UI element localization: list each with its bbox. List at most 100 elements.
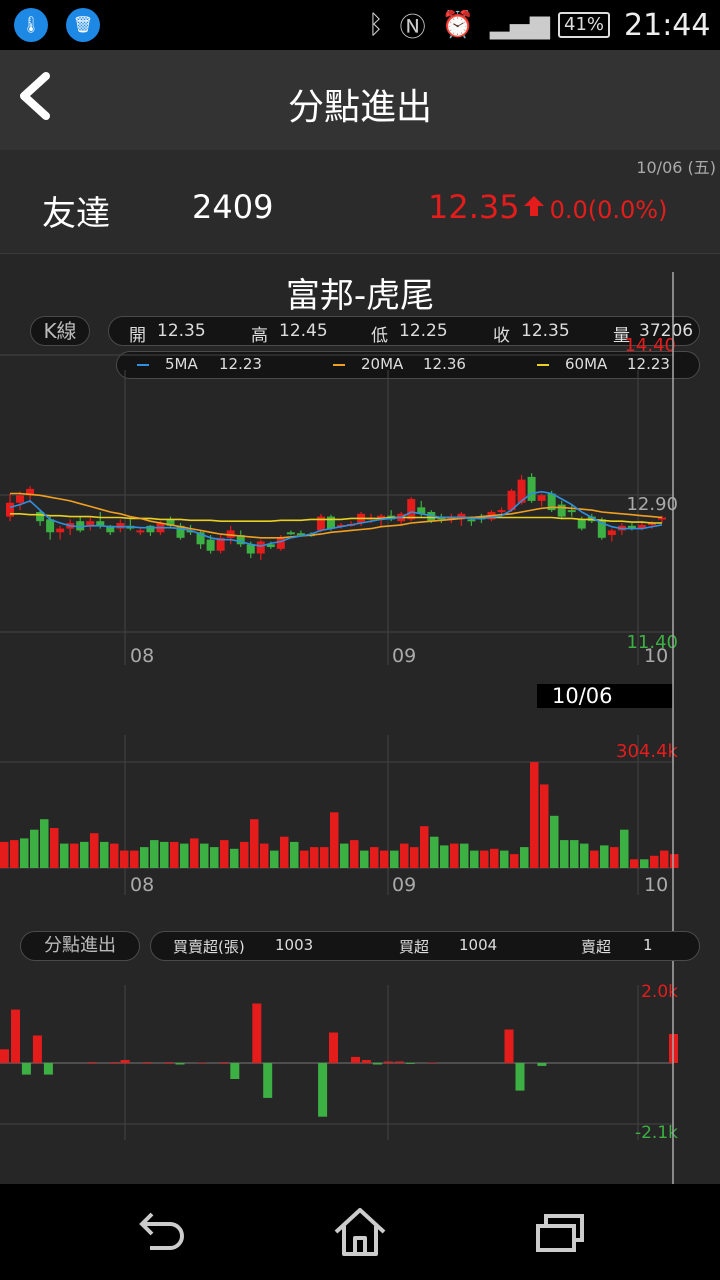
candle-body bbox=[597, 519, 606, 538]
fendian-bar bbox=[318, 1063, 328, 1117]
candle-body bbox=[527, 476, 536, 501]
volume-bar bbox=[590, 850, 599, 868]
candle-body bbox=[126, 525, 135, 529]
fendian-bar bbox=[197, 1062, 207, 1063]
fendian-info-bar: 買賣超(張) 1003 買超 1004 賣超 1 bbox=[150, 931, 700, 961]
volume-bar bbox=[670, 854, 679, 868]
fendian-bar bbox=[504, 1029, 514, 1064]
ma5-name: 5MA bbox=[165, 355, 198, 373]
volume-bar bbox=[640, 859, 649, 868]
low-label: 低 bbox=[371, 326, 388, 346]
candle-body bbox=[367, 517, 376, 520]
candle-body bbox=[557, 504, 566, 517]
fendian-label: 分點進出 bbox=[44, 935, 116, 956]
volume-bar bbox=[100, 841, 109, 868]
sell-value: 1 bbox=[643, 936, 653, 954]
ma5-legend bbox=[137, 355, 149, 375]
volume-x-label-09: 09 bbox=[392, 874, 416, 896]
candle-body bbox=[637, 524, 646, 529]
price-change: 0.0(0.0%) bbox=[549, 196, 668, 224]
fendian-chart bbox=[0, 1003, 678, 1117]
nav-home-button[interactable] bbox=[330, 1202, 390, 1262]
home-icon bbox=[334, 1208, 386, 1256]
candle-body bbox=[587, 516, 596, 522]
status-bar: 🌡 🗑 ᛒ Ⓝ ⏰ ▂▄▆ 41% 21:44 bbox=[0, 0, 720, 50]
volume-bar bbox=[580, 843, 589, 868]
volume-bar bbox=[330, 812, 339, 868]
candle-body bbox=[326, 516, 335, 529]
candle-body bbox=[266, 544, 275, 548]
fendian-bar bbox=[21, 1063, 31, 1075]
net-value: 1003 bbox=[275, 936, 314, 954]
volume-bar bbox=[260, 843, 269, 868]
volume-bar bbox=[600, 845, 609, 868]
volume-bar bbox=[40, 819, 49, 868]
nav-back-button[interactable] bbox=[130, 1202, 190, 1262]
nav-recents-button[interactable] bbox=[530, 1202, 590, 1262]
volume-bar bbox=[450, 843, 459, 868]
candle-body bbox=[547, 493, 556, 511]
broker-name: 富邦-虎尾 bbox=[285, 276, 435, 316]
volume-bar bbox=[30, 829, 39, 868]
candle-body bbox=[16, 495, 25, 503]
volume-bar bbox=[560, 840, 569, 868]
volume-x-label-10: 10 bbox=[644, 874, 668, 896]
open-value: 12.35 bbox=[157, 321, 206, 341]
recents-icon bbox=[536, 1214, 584, 1252]
low-value: 12.25 bbox=[399, 321, 448, 341]
volume-x-label-08: 08 bbox=[130, 874, 154, 896]
volume-bar bbox=[500, 850, 509, 868]
fendian-bar bbox=[142, 1062, 152, 1063]
volume-bar bbox=[20, 838, 29, 868]
volume-max-label: 304.4k bbox=[616, 741, 679, 762]
kline-toggle-button[interactable]: K線 bbox=[30, 316, 90, 346]
candle-body bbox=[487, 511, 496, 520]
candle-body bbox=[216, 537, 225, 551]
volume-bar bbox=[540, 784, 549, 868]
candle-body bbox=[337, 524, 346, 527]
kline-x-label-08: 08 bbox=[130, 645, 154, 667]
volume-bar bbox=[130, 850, 139, 868]
candle-body bbox=[206, 539, 215, 551]
volume-bar bbox=[390, 850, 399, 868]
ma5-line bbox=[9, 490, 663, 547]
ma60-name: 60MA bbox=[565, 355, 608, 373]
candle-body bbox=[186, 530, 195, 533]
fendian-bar bbox=[372, 1063, 382, 1065]
volume-bar bbox=[270, 850, 279, 868]
fendian-bar bbox=[175, 1063, 185, 1065]
bluetooth-icon: ᛒ bbox=[368, 10, 384, 40]
candle-body bbox=[166, 519, 175, 526]
fendian-bar bbox=[230, 1063, 240, 1079]
fendian-bar bbox=[120, 1060, 130, 1064]
back-arrow-icon bbox=[139, 1212, 184, 1250]
ma5-value: 12.23 bbox=[219, 355, 262, 373]
vol-label: 量 bbox=[613, 326, 630, 346]
fendian-toggle-button[interactable]: 分點進出 bbox=[20, 931, 140, 961]
candle-body bbox=[447, 516, 456, 520]
volume-bar bbox=[620, 829, 629, 868]
candle-body bbox=[26, 488, 35, 496]
candle-body bbox=[387, 515, 396, 520]
candle-body bbox=[56, 528, 65, 533]
volume-bar bbox=[210, 847, 219, 868]
volume-bar bbox=[290, 841, 299, 868]
kline-label: K線 bbox=[43, 319, 77, 343]
fendian-bar bbox=[263, 1063, 273, 1098]
volume-bar bbox=[350, 840, 359, 868]
candle-body bbox=[627, 525, 636, 529]
candle-body bbox=[347, 523, 356, 526]
candle-body bbox=[176, 525, 185, 538]
candle-body bbox=[246, 544, 255, 554]
volume-bar bbox=[190, 838, 199, 868]
candle-body bbox=[226, 530, 235, 538]
candle-body bbox=[76, 521, 85, 531]
candle-body bbox=[276, 537, 285, 549]
clock: 21:44 bbox=[624, 7, 711, 43]
arrow-up-icon bbox=[523, 196, 544, 216]
candle-body bbox=[46, 519, 55, 533]
close-label: 收 bbox=[493, 326, 510, 346]
candle-body bbox=[517, 479, 526, 503]
candle-body bbox=[617, 525, 626, 531]
candle-body bbox=[36, 511, 45, 522]
